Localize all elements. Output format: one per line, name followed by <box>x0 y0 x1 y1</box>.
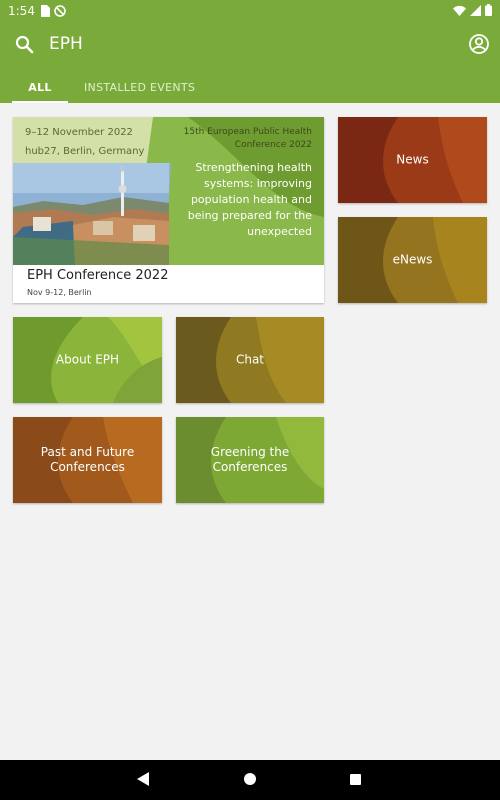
tile-label: Greening the Conferences <box>210 445 290 474</box>
system-nav-bar <box>0 760 500 800</box>
tile-chat[interactable]: Chat <box>176 317 324 403</box>
status-left-icons <box>40 5 66 20</box>
back-icon[interactable] <box>137 772 149 791</box>
search-icon[interactable] <box>14 34 36 56</box>
battery-icon <box>485 4 492 19</box>
status-time: 1:54 <box>8 4 35 18</box>
tab-indicator <box>12 101 68 103</box>
tile-about-eph[interactable]: About EPH <box>13 317 162 403</box>
conference-card[interactable]: 9–12 November 2022 hub27, Berlin, German… <box>13 117 324 303</box>
tile-label: News <box>396 152 429 167</box>
account-icon[interactable] <box>468 33 490 55</box>
tab-all[interactable]: ALL <box>12 81 68 94</box>
tab-bar: ALL INSTALLED EVENTS <box>0 74 500 103</box>
home-icon[interactable] <box>244 773 256 785</box>
banner-tagline: Strengthening health systems: improving … <box>187 161 312 238</box>
tile-news[interactable]: News <box>338 117 487 203</box>
recent-apps-icon[interactable] <box>350 774 361 785</box>
banner-date: 9–12 November 2022 <box>25 127 133 138</box>
app-bar: EPH ALL INSTALLED EVENTS <box>0 24 500 103</box>
conference-banner: 9–12 November 2022 hub27, Berlin, German… <box>13 117 324 265</box>
tab-installed-events[interactable]: INSTALLED EVENTS <box>84 81 195 94</box>
no-disturb-icon <box>54 5 66 20</box>
conference-subtitle: Nov 9-12, Berlin <box>27 288 92 297</box>
conference-title: EPH Conference 2022 <box>27 268 169 283</box>
wifi-icon <box>453 5 466 19</box>
tile-past-future-conferences[interactable]: Past and Future Conferences <box>13 417 162 503</box>
tile-label: About EPH <box>55 352 120 367</box>
status-bar: 1:54 <box>0 0 500 24</box>
search-query[interactable]: EPH <box>49 34 83 54</box>
banner-place: hub27, Berlin, Germany <box>25 146 145 157</box>
signal-icon <box>470 4 481 19</box>
status-right-icons <box>453 4 492 19</box>
sim-card-icon <box>40 5 50 20</box>
tile-label: Past and Future Conferences <box>40 445 135 474</box>
banner-conference-name: 15th European Public Health Conference 2… <box>183 127 312 150</box>
tile-enews[interactable]: eNews <box>338 217 487 303</box>
tile-label: Chat <box>235 352 265 367</box>
tile-greening-conferences[interactable]: Greening the Conferences <box>176 417 324 503</box>
tile-label: eNews <box>392 252 433 267</box>
